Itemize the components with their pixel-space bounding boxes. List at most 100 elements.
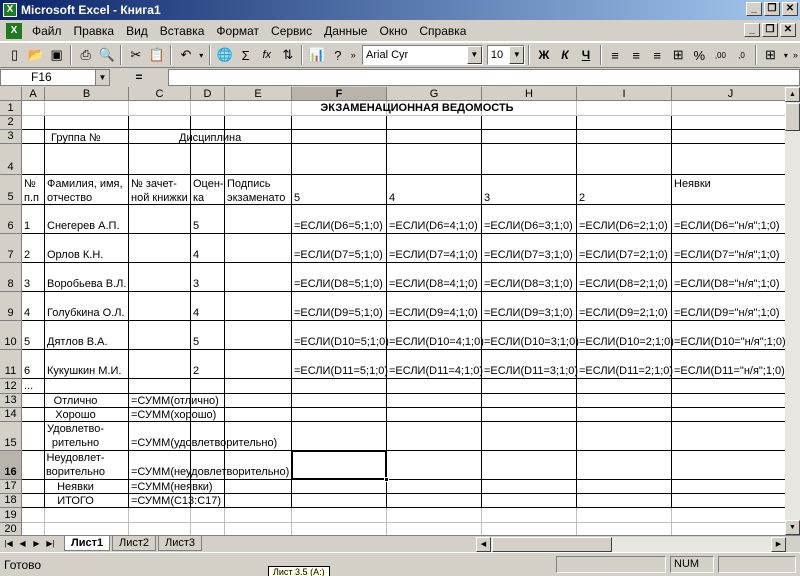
borders-icon[interactable]: ⊞ <box>760 44 781 66</box>
menu-data[interactable]: Данные <box>318 24 373 38</box>
autosum-icon[interactable]: Σ <box>235 44 256 66</box>
sheet-cell[interactable] <box>225 101 292 116</box>
row-header[interactable]: 19 <box>0 508 22 523</box>
workbook-icon[interactable]: X <box>6 22 22 39</box>
sheet-cell[interactable] <box>45 523 129 535</box>
sheet-cell[interactable] <box>672 116 785 130</box>
sheet-cell[interactable] <box>482 116 577 130</box>
sheet-cell[interactable] <box>129 234 191 263</box>
sheet-cell[interactable] <box>387 379 482 394</box>
row-header[interactable]: 5 <box>0 175 22 205</box>
sheet-cell[interactable] <box>387 422 482 451</box>
row-header[interactable]: 15 <box>0 422 22 451</box>
column-header[interactable]: H <box>482 87 577 101</box>
sheet-cell[interactable] <box>672 523 785 535</box>
sheet-cell[interactable] <box>577 175 672 205</box>
undo-dropdown-icon[interactable]: ▾ <box>197 44 207 66</box>
underline-button[interactable]: Ч <box>575 48 596 62</box>
column-header[interactable]: E <box>225 87 292 101</box>
sheet-cell[interactable] <box>387 508 482 523</box>
sheet-cell[interactable] <box>225 144 292 175</box>
sheet-cell[interactable] <box>191 523 225 535</box>
sheet-cell[interactable] <box>191 116 225 130</box>
sheet-cell[interactable] <box>225 480 292 494</box>
sheet-cell[interactable] <box>672 101 785 116</box>
chevron-down-icon[interactable]: ▼ <box>95 69 109 85</box>
sheet-cell[interactable] <box>22 116 45 130</box>
sheet-cell[interactable] <box>129 292 191 321</box>
sheet-cell[interactable] <box>672 422 785 451</box>
sheet-cell[interactable] <box>45 116 129 130</box>
sheet-cell[interactable] <box>292 394 387 408</box>
minimize-button[interactable]: _ <box>746 2 762 16</box>
sheet-cell[interactable] <box>482 379 577 394</box>
merge-center-icon[interactable]: ⊞ <box>668 44 689 66</box>
row-header[interactable]: 7 <box>0 234 22 263</box>
sheet-cell[interactable] <box>225 394 292 408</box>
prev-sheet-icon[interactable]: ◀ <box>16 537 29 551</box>
sheet-cell[interactable] <box>387 494 482 508</box>
name-box[interactable]: F16 ▼ <box>0 68 110 86</box>
column-header[interactable]: D <box>191 87 225 101</box>
sheet-cell[interactable] <box>672 379 785 394</box>
horizontal-scroll-thumb[interactable] <box>492 537 612 552</box>
sheet-cell[interactable] <box>292 523 387 535</box>
sheet-cell[interactable] <box>387 523 482 535</box>
new-file-icon[interactable]: ▯ <box>4 44 25 66</box>
sheet-cell[interactable] <box>387 175 482 205</box>
row-header[interactable]: 8 <box>0 263 22 292</box>
sheet-cell[interactable] <box>292 144 387 175</box>
sheet-cell[interactable] <box>387 130 482 144</box>
sheet-cell[interactable] <box>387 144 482 175</box>
excel-app-icon[interactable]: X <box>3 3 17 17</box>
row-header[interactable]: 14 <box>0 408 22 422</box>
restore-button[interactable]: ❐ <box>764 2 780 16</box>
increase-decimal-icon[interactable]: ,00 <box>710 44 731 66</box>
menu-format[interactable]: Формат <box>210 24 265 38</box>
borders-dropdown-icon[interactable]: ▾ <box>781 44 791 66</box>
sheet-cell[interactable] <box>577 101 672 116</box>
sheet-cell[interactable] <box>225 508 292 523</box>
sheet-cell[interactable] <box>225 234 292 263</box>
tab-sheet3[interactable]: Лист3 <box>158 536 203 551</box>
save-icon[interactable]: ▣ <box>46 44 67 66</box>
sheet-cell[interactable] <box>292 379 387 394</box>
bold-button[interactable]: Ж <box>533 48 554 62</box>
sheet-cell[interactable] <box>22 130 45 144</box>
sheet-cell[interactable] <box>129 379 191 394</box>
row-header[interactable]: 18 <box>0 494 22 508</box>
sheet-cell[interactable] <box>482 480 577 494</box>
active-cell-selection[interactable] <box>291 450 389 482</box>
scroll-up-icon[interactable]: ▲ <box>785 87 800 102</box>
sheet-cell[interactable] <box>482 144 577 175</box>
open-folder-icon[interactable]: 📂 <box>25 44 46 66</box>
more-buttons-icon[interactable]: » <box>791 44 800 66</box>
hyperlink-icon[interactable]: 🌐 <box>214 44 235 66</box>
sheet-cell[interactable] <box>225 523 292 535</box>
sheet-cell[interactable] <box>225 292 292 321</box>
sheet-cell[interactable] <box>577 130 672 144</box>
sheet-cell[interactable] <box>387 408 482 422</box>
row-header[interactable]: 2 <box>0 116 22 130</box>
sheet-cell[interactable] <box>129 101 191 116</box>
sheet-cell[interactable] <box>482 508 577 523</box>
sheet-cell[interactable] <box>45 101 129 116</box>
sheet-cell[interactable] <box>45 508 129 523</box>
column-header[interactable]: J <box>672 87 785 101</box>
menu-tools[interactable]: Сервис <box>265 24 318 38</box>
tab-sheet1[interactable]: Лист1 <box>64 536 111 551</box>
sheet-cell[interactable] <box>191 144 225 175</box>
row-header[interactable]: 17 <box>0 480 22 494</box>
sheet-cell[interactable] <box>129 508 191 523</box>
doc-close-button[interactable]: ✕ <box>780 23 796 37</box>
help-icon[interactable]: ? <box>327 44 348 66</box>
sheet-cell[interactable] <box>292 116 387 130</box>
menu-window[interactable]: Окно <box>373 24 413 38</box>
sheet-cell[interactable] <box>577 144 672 175</box>
sheet-cell[interactable] <box>129 321 191 350</box>
sheet-cell[interactable] <box>22 144 45 175</box>
vertical-scrollbar[interactable]: ▲ ▼ <box>785 87 800 535</box>
sheet-cell[interactable] <box>22 101 45 116</box>
percent-icon[interactable]: % <box>689 44 710 66</box>
sheet-cell[interactable] <box>672 408 785 422</box>
